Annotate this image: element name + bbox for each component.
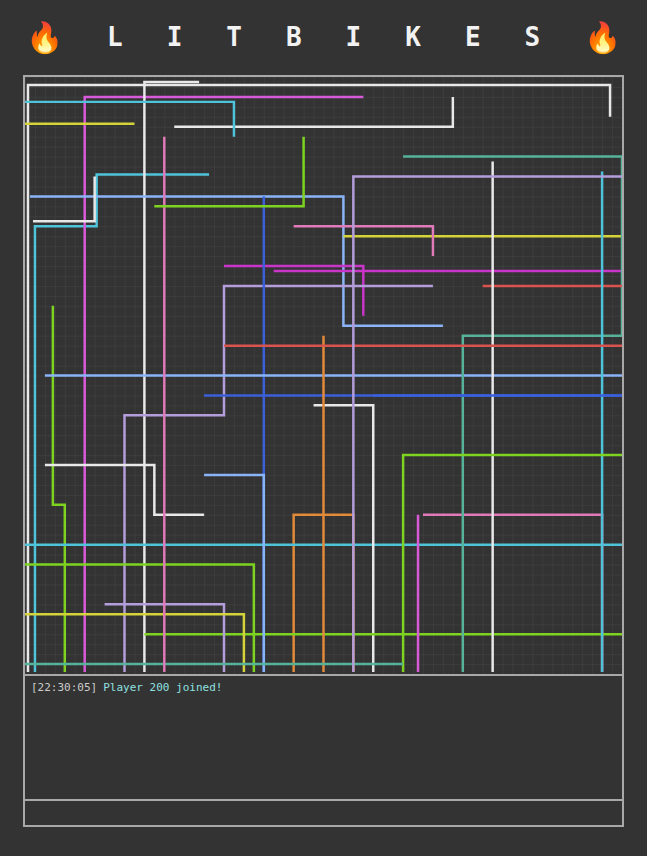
chat-time: [22:30:05] bbox=[31, 680, 97, 696]
bike-trail bbox=[294, 226, 433, 256]
bike-trail bbox=[403, 157, 622, 336]
bike-trail bbox=[373, 394, 622, 396]
bike-trail bbox=[601, 172, 603, 672]
bike-trail bbox=[353, 177, 622, 673]
bike-trail bbox=[163, 137, 165, 672]
bike-trail bbox=[25, 565, 254, 672]
bike-trail bbox=[30, 196, 443, 325]
bike-trail bbox=[224, 344, 622, 346]
bike-trail bbox=[204, 475, 264, 672]
bike-trail bbox=[491, 162, 493, 672]
bike-trail bbox=[45, 465, 204, 515]
chat-text: Player 200 joined! bbox=[103, 680, 222, 696]
bike-trail bbox=[403, 455, 622, 672]
bike-trail bbox=[25, 102, 234, 137]
app: 🔥LITBIKES🔥 [22:30:05] Player 200 joined! bbox=[0, 0, 647, 856]
fire-icon: 🔥 bbox=[26, 23, 63, 53]
bike-trail bbox=[144, 633, 622, 635]
bike-trail bbox=[45, 374, 622, 376]
bike-trail bbox=[463, 336, 622, 672]
bike-trail bbox=[25, 663, 403, 665]
bike-trail bbox=[28, 85, 610, 672]
bike-trail bbox=[417, 515, 419, 672]
fire-icon: 🔥 bbox=[584, 23, 621, 53]
bike-trail bbox=[25, 123, 134, 125]
bike-trail bbox=[33, 177, 95, 222]
bike-trail bbox=[274, 270, 622, 272]
bike-trail bbox=[35, 175, 209, 673]
chat-input[interactable] bbox=[23, 801, 624, 827]
bike-trail bbox=[322, 336, 324, 672]
bike-trail bbox=[53, 306, 65, 672]
arena[interactable] bbox=[23, 75, 624, 676]
header: 🔥LITBIKES🔥 bbox=[0, 0, 647, 75]
chat-message: [22:30:05] Player 200 joined! bbox=[31, 680, 616, 696]
chat-log: [22:30:05] Player 200 joined! bbox=[23, 676, 624, 801]
title: LITBIKES bbox=[63, 18, 584, 57]
bike-trail bbox=[154, 137, 303, 207]
bike-trail bbox=[144, 82, 199, 672]
bike-trail bbox=[224, 266, 363, 316]
bike-trail bbox=[204, 394, 622, 396]
bike-trail bbox=[423, 515, 602, 672]
bike-trail bbox=[343, 235, 622, 237]
arena-canvas[interactable] bbox=[25, 77, 622, 674]
